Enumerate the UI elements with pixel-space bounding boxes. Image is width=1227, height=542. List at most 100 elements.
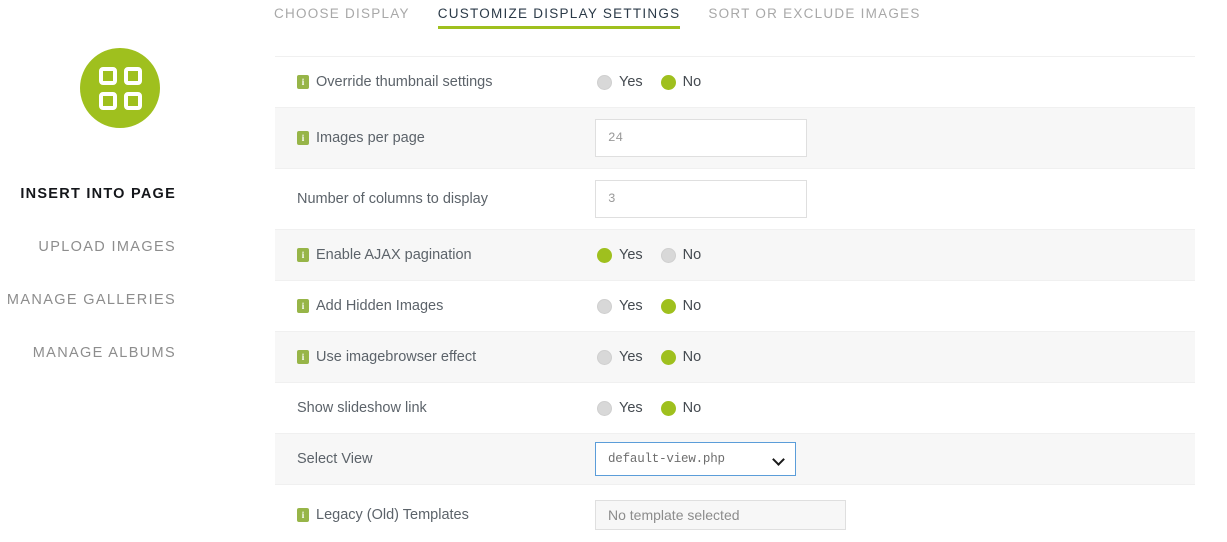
row-label: i Override thumbnail settings	[275, 74, 595, 90]
row-control: 3	[595, 180, 1195, 218]
row-label-text: Legacy (Old) Templates	[316, 507, 469, 523]
row-label: i Use imagebrowser effect	[275, 349, 595, 365]
radio-dot[interactable]	[597, 74, 612, 90]
radio-dot[interactable]	[660, 298, 676, 314]
settings-row: Show slideshow link Yes No	[275, 383, 1195, 434]
insert-gallery-window: INSERT INTO PAGE UPLOAD IMAGES MANAGE GALL…	[0, 0, 1227, 542]
row-control: Yes No	[595, 74, 1195, 90]
settings-row: Select View default-view.php	[275, 434, 1195, 485]
radio-label: Yes	[619, 400, 643, 416]
radio-dot[interactable]	[597, 298, 612, 314]
radio-label: No	[682, 74, 702, 90]
radio-label: Yes	[619, 349, 643, 365]
radio-dot[interactable]	[597, 247, 612, 263]
sidebar-item-3[interactable]: MANAGE ALBUMS	[33, 345, 176, 361]
settings-table: i Override thumbnail settings Yes No i Images…	[275, 56, 1195, 542]
radio-label: No	[682, 247, 702, 263]
logo-wrap	[0, 48, 240, 128]
radio-option-yes[interactable]: Yes	[597, 400, 643, 416]
settings-row: i Legacy (Old) Templates No template selec…	[275, 485, 1195, 542]
row-label: Show slideshow link	[275, 400, 595, 416]
radio-group: Yes No	[595, 247, 701, 263]
radio-option-yes[interactable]: Yes	[597, 247, 643, 263]
radio-option-no[interactable]: No	[660, 74, 702, 90]
radio-dot[interactable]	[597, 400, 612, 416]
settings-row: i Images per page 24	[275, 108, 1195, 169]
radio-option-yes[interactable]: Yes	[597, 349, 643, 365]
info-icon[interactable]: i	[297, 248, 309, 262]
radio-dot[interactable]	[660, 74, 676, 90]
row-label-text: Images per page	[316, 130, 425, 146]
row-label-text: Enable AJAX pagination	[316, 247, 472, 263]
radio-label: No	[682, 298, 702, 314]
tab-0[interactable]: CHOOSE DISPLAY	[274, 6, 410, 29]
text-input[interactable]: 24	[595, 119, 807, 157]
sidebar-item-1[interactable]: UPLOAD IMAGES	[38, 239, 176, 255]
info-icon[interactable]: i	[297, 131, 309, 145]
sidebar-item-0[interactable]: INSERT INTO PAGE	[20, 186, 176, 202]
radio-group: Yes No	[595, 74, 701, 90]
radio-option-yes[interactable]: Yes	[597, 298, 643, 314]
settings-row: i Use imagebrowser effect Yes No	[275, 332, 1195, 383]
select-view-dropdown[interactable]: default-view.php	[595, 442, 796, 476]
tab-2[interactable]: SORT OR EXCLUDE IMAGES	[708, 6, 920, 29]
radio-option-no[interactable]: No	[660, 298, 702, 314]
radio-group: Yes No	[595, 298, 701, 314]
settings-row: Number of columns to display 3	[275, 169, 1195, 230]
logo-square	[123, 66, 142, 85]
row-control: default-view.php	[595, 442, 1195, 476]
row-control: No template selected	[595, 500, 1195, 530]
radio-dot[interactable]	[660, 247, 676, 263]
row-label-text: Use imagebrowser effect	[316, 349, 477, 365]
radio-label: No	[682, 400, 702, 416]
sidebar: INSERT INTO PAGE UPLOAD IMAGES MANAGE GALL…	[0, 0, 240, 542]
radio-option-no[interactable]: No	[660, 349, 702, 365]
row-label: Number of columns to display	[275, 191, 595, 207]
sidebar-nav: INSERT INTO PAGE UPLOAD IMAGES MANAGE GALL…	[0, 186, 240, 398]
info-icon[interactable]: i	[297, 75, 309, 89]
row-label: i Legacy (Old) Templates	[275, 507, 595, 523]
row-control: Yes No	[595, 247, 1195, 263]
tab-1[interactable]: CUSTOMIZE DISPLAY SETTINGS	[437, 6, 681, 29]
logo-square	[98, 66, 117, 85]
row-control: Yes No	[595, 298, 1195, 314]
grid-four-squares-icon	[80, 48, 160, 128]
row-label-text: Add Hidden Images	[316, 298, 444, 314]
row-label-text: Show slideshow link	[297, 400, 427, 416]
logo-square	[98, 91, 117, 110]
sidebar-item-2[interactable]: MANAGE GALLERIES	[7, 292, 176, 308]
radio-label: Yes	[619, 74, 643, 90]
settings-row: i Enable AJAX pagination Yes No	[275, 230, 1195, 281]
row-label: i Images per page	[275, 130, 595, 146]
radio-option-yes[interactable]: Yes	[597, 74, 643, 90]
radio-dot[interactable]	[660, 400, 676, 416]
text-input[interactable]: No template selected	[595, 500, 846, 530]
radio-group: Yes No	[595, 400, 701, 416]
radio-label: Yes	[619, 298, 643, 314]
info-icon[interactable]: i	[297, 350, 309, 364]
row-control: 24	[595, 119, 1195, 157]
row-control: Yes No	[595, 349, 1195, 365]
radio-option-no[interactable]: No	[660, 400, 702, 416]
settings-row: i Add Hidden Images Yes No	[275, 281, 1195, 332]
info-icon[interactable]: i	[297, 508, 309, 522]
settings-row: i Override thumbnail settings Yes No	[275, 57, 1195, 108]
text-input[interactable]: 3	[595, 180, 807, 218]
radio-group: Yes No	[595, 349, 701, 365]
row-label-text: Override thumbnail settings	[316, 74, 493, 90]
radio-option-no[interactable]: No	[660, 247, 702, 263]
radio-dot[interactable]	[660, 349, 676, 365]
chevron-down-icon	[773, 454, 784, 465]
logo-grid	[98, 66, 142, 110]
row-label: Select View	[275, 451, 595, 467]
tab-bar: CHOOSE DISPLAY CUSTOMIZE DISPLAY SETTINGS…	[240, 0, 1227, 40]
radio-dot[interactable]	[597, 349, 612, 365]
radio-label: No	[682, 349, 702, 365]
logo-square	[123, 91, 142, 110]
info-icon[interactable]: i	[297, 299, 309, 313]
row-control: Yes No	[595, 400, 1195, 416]
select-value: default-view.php	[608, 452, 725, 466]
radio-label: Yes	[619, 247, 643, 263]
main-panel: CHOOSE DISPLAY CUSTOMIZE DISPLAY SETTINGS…	[240, 0, 1227, 542]
row-label: i Add Hidden Images	[275, 298, 595, 314]
